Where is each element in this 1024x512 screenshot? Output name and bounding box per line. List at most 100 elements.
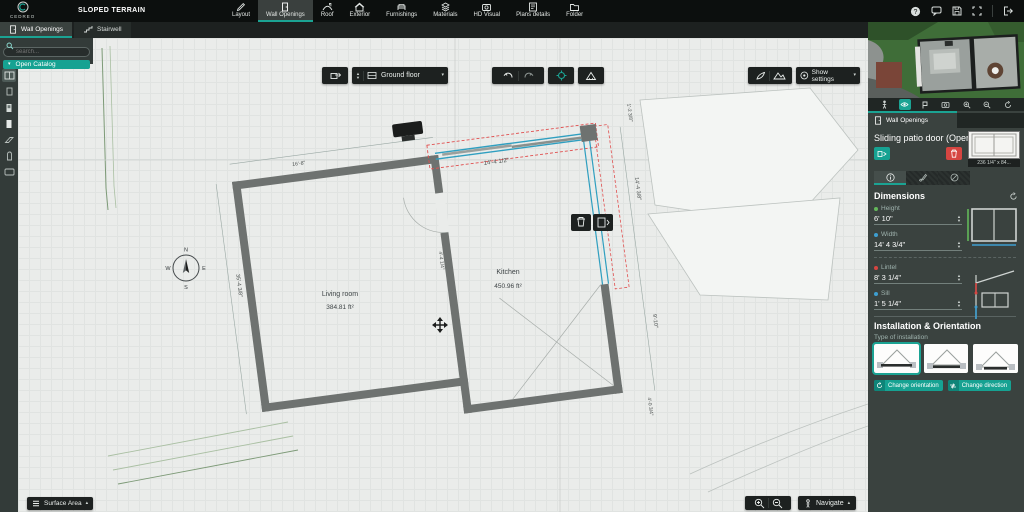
floor-icon (367, 72, 377, 79)
measure-button[interactable] (578, 67, 604, 84)
menu-item-roof[interactable]: Roof (313, 0, 342, 22)
glazed-wall-right[interactable] (581, 124, 630, 290)
3d-preview[interactable] (868, 22, 1024, 98)
height-stepper[interactable]: ▲ ▼ (957, 214, 961, 223)
width-stepper[interactable]: ▲ ▼ (957, 240, 961, 249)
zoom-in-icon[interactable] (754, 498, 765, 509)
menu-item-hd-visual[interactable]: HD Visual (466, 0, 509, 22)
menu-item-wall-openings[interactable]: Wall Openings (258, 0, 313, 22)
sliding-patio-door-selected[interactable] (426, 122, 600, 170)
plan-view-button[interactable] (919, 99, 931, 110)
preview-toolbar (868, 98, 1024, 111)
tool-door-panel[interactable] (2, 101, 16, 114)
surface-area-button[interactable]: Surface Area ▴ (27, 497, 94, 510)
delete-opening-button[interactable] (946, 147, 962, 160)
height-field[interactable]: Height 6' 10" ▲ ▼ (874, 205, 962, 225)
sill-value: 1' 5 1/4" (874, 299, 902, 308)
installation-option-2[interactable] (923, 344, 969, 373)
tab-options[interactable] (938, 171, 970, 185)
stairs-icon (84, 26, 93, 33)
open-catalog-button[interactable]: ▾ Open Catalog (3, 60, 90, 69)
preview-zoom-in-button[interactable] (961, 99, 973, 110)
move-handle[interactable] (431, 316, 449, 334)
compass: N W E S (165, 248, 206, 292)
walkthrough-button[interactable] (878, 99, 890, 110)
sill-stepper[interactable]: ▲ ▼ (957, 299, 961, 308)
menu-item-exterior[interactable]: Exterior (342, 0, 379, 22)
tool-arch-door[interactable] (2, 149, 16, 162)
undo-icon[interactable] (502, 71, 515, 81)
locate-button[interactable] (548, 67, 574, 84)
tab-info[interactable] (874, 171, 906, 185)
fullscreen-icon[interactable] (972, 6, 982, 16)
redo-icon[interactable] (522, 71, 535, 81)
logout-icon[interactable] (1003, 6, 1014, 16)
aerial-view-button[interactable] (898, 99, 911, 110)
plan-compare-button[interactable] (322, 67, 348, 84)
interior-door-opening[interactable] (434, 192, 450, 234)
floor-plan[interactable]: 14'-4 1/2" 16'-8" 35'-4 3/8" 1'-2 3/8" 1… (211, 93, 671, 468)
search-input[interactable] (3, 47, 90, 57)
plans-icon (529, 2, 538, 12)
tab-wall-openings[interactable]: Wall Openings (0, 22, 73, 38)
door-panel-icon (6, 103, 12, 112)
menu-item-plans-details[interactable]: Plans details (508, 0, 558, 22)
room-labels: Living room 384.81 ft² Kitchen 450.96 ft… (322, 269, 523, 311)
furnishings-icon (397, 4, 406, 10)
opening-thumbnail[interactable]: 236 1/4" x 84... (968, 131, 1020, 167)
save-icon[interactable] (952, 6, 962, 16)
reset-icon[interactable] (1009, 191, 1018, 201)
installation-options (872, 342, 1019, 375)
triangle-ruler-icon (585, 71, 597, 80)
change-direction-button[interactable]: Change direction (947, 380, 1012, 391)
terrain-icon[interactable] (772, 71, 786, 80)
delete-opening-button[interactable] (571, 214, 591, 231)
compass-north: N (184, 248, 188, 254)
width-height-diagram (967, 208, 1017, 246)
duplicate-opening-button[interactable] (593, 214, 613, 231)
installation-option-3[interactable] (973, 344, 1019, 373)
cedreo-logo[interactable]: CEDREO (10, 1, 35, 19)
floor-selector[interactable]: ▲ ▼ Ground floor ▾ (352, 67, 448, 84)
tool-garage-door[interactable] (2, 133, 16, 146)
help-icon[interactable]: ? (910, 6, 921, 17)
svg-text:4'-4 1/4": 4'-4 1/4" (437, 251, 445, 270)
installation-option-1[interactable] (872, 342, 921, 375)
floor-stepper[interactable]: ▲ ▼ (356, 71, 360, 80)
tab-materials[interactable] (906, 171, 938, 185)
tool-small-door[interactable] (2, 85, 16, 98)
lintel-stepper[interactable]: ▲ ▼ (957, 273, 961, 282)
navigate-button[interactable]: Navigate ▴ (798, 496, 857, 510)
menu-item-folder[interactable]: Folder (558, 0, 591, 22)
tool-opening[interactable] (2, 165, 16, 178)
menu-item-furnishings[interactable]: Furnishings (378, 0, 425, 22)
dimension-fields: Height 6' 10" ▲ ▼ Width 14' 4 3/4" ▲ ▼ Linte… (874, 205, 1018, 319)
property-tabs (874, 171, 970, 185)
tool-sliding-door[interactable] (2, 117, 16, 130)
field-divider (874, 257, 1016, 258)
reset-view-button[interactable] (1002, 99, 1014, 110)
walls[interactable] (231, 135, 623, 440)
svg-text:1'-2 3/8": 1'-2 3/8" (625, 103, 633, 122)
tool-window[interactable] (2, 69, 16, 82)
chat-icon[interactable] (931, 6, 942, 16)
preview-zoom-out-button[interactable] (981, 99, 993, 110)
panel-tab-wall-openings[interactable]: Wall Openings (868, 113, 957, 128)
compass-east: E (202, 266, 206, 272)
replace-opening-button[interactable] (874, 147, 890, 160)
tab-stairwell[interactable]: Stairwell (74, 22, 131, 38)
selection-box-right (593, 124, 630, 290)
project-title: SLOPED TERRAIN (78, 7, 146, 14)
sill-field[interactable]: Sill 1' 5 1/4" ▲ ▼ (874, 290, 962, 310)
menu-item-layout[interactable]: Layout (224, 0, 258, 22)
width-field[interactable]: Width 14' 4 3/4" ▲ ▼ (874, 231, 962, 251)
change-orientation-button[interactable]: Change orientation (874, 380, 943, 391)
zoom-out-icon[interactable] (772, 498, 783, 509)
snapshot-button[interactable] (940, 99, 952, 110)
lintel-field[interactable]: Lintel 8' 3 1/4" ▲ ▼ (874, 264, 962, 284)
compass-west: W (165, 266, 171, 272)
menu-item-materials[interactable]: Materials (425, 0, 465, 22)
show-settings-dropdown[interactable]: Show settings ▾ (796, 67, 860, 84)
plan-canvas[interactable]: 14'-4 1/2" 16'-8" 35'-4 3/8" 1'-2 3/8" 1… (18, 38, 868, 512)
draw-icon[interactable] (755, 71, 766, 81)
